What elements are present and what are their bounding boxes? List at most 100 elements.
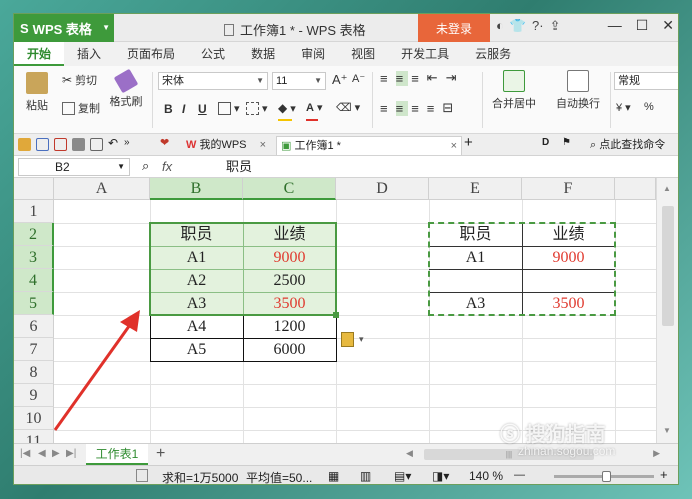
chevron-down-icon[interactable]: ▾: [359, 334, 364, 345]
horizontal-align-buttons[interactable]: ≡ ≡ ≡ ≡ ⊟: [380, 100, 458, 116]
wrap-text-button[interactable]: 自动换行: [548, 70, 608, 111]
d-icon[interactable]: D: [542, 137, 555, 150]
zoom-level[interactable]: 140 %: [469, 469, 503, 483]
bold-button[interactable]: B: [164, 102, 173, 116]
column-header-b[interactable]: B: [150, 178, 243, 200]
zoom-search-icon[interactable]: ⌕: [142, 158, 149, 174]
normal-view-icon[interactable]: ▦: [328, 469, 339, 483]
tab-home[interactable]: 开始: [14, 42, 65, 66]
print-preview-icon[interactable]: [90, 138, 103, 151]
more-icon[interactable]: »: [124, 137, 137, 150]
spreadsheet-grid[interactable]: A B C D E F 1 2 3 4 5 6 7 8 9 10 11 职员 业…: [14, 178, 656, 443]
vertical-scroll-thumb[interactable]: [662, 206, 674, 326]
undo-icon[interactable]: ↶: [108, 136, 121, 150]
fill-handle[interactable]: [333, 312, 339, 318]
copy-button[interactable]: 复制: [62, 100, 100, 116]
column-header-e[interactable]: E: [429, 178, 522, 200]
row-header-6[interactable]: 6: [14, 315, 54, 338]
find-command-search[interactable]: ⌕ 点此查找命令: [586, 136, 669, 155]
indent-decrease-icon[interactable]: ⇤: [427, 70, 443, 86]
cell-b6[interactable]: A4: [150, 315, 243, 338]
paste-options-icon[interactable]: [341, 332, 354, 347]
number-format-select[interactable]: 常规: [614, 72, 678, 90]
align-top-icon[interactable]: ≡: [380, 71, 393, 86]
zoom-slider[interactable]: [554, 471, 654, 482]
column-header-d[interactable]: D: [336, 178, 429, 200]
cell-c7[interactable]: 6000: [243, 338, 336, 361]
next-sheet-icon[interactable]: ▶: [52, 448, 60, 459]
column-header-c[interactable]: C: [243, 178, 336, 200]
column-header-g[interactable]: [615, 178, 656, 200]
fill-color-button[interactable]: ◆ ▾: [278, 101, 296, 115]
paste-button[interactable]: 粘贴: [22, 72, 52, 113]
shirt-icon[interactable]: 👕: [510, 18, 526, 34]
font-color-button[interactable]: A ▾: [306, 101, 322, 115]
merge-cells-button[interactable]: ▾: [246, 102, 268, 115]
row-header-1[interactable]: 1: [14, 200, 54, 223]
scroll-left-icon[interactable]: ◀: [406, 448, 413, 459]
scroll-down-icon[interactable]: ▼: [663, 426, 671, 435]
distribute-icon[interactable]: ⊟: [442, 100, 458, 116]
tab-workbook1[interactable]: ▣ 工作簿1 * ×: [276, 136, 462, 155]
tab-cloud[interactable]: 云服务: [462, 42, 524, 66]
maximize-icon[interactable]: ☐: [636, 17, 649, 34]
indent-increase-icon[interactable]: ⇥: [446, 70, 462, 86]
format-painter-button[interactable]: 格式刷: [108, 68, 144, 109]
font-grow-button[interactable]: A⁺: [332, 72, 348, 88]
align-center-icon[interactable]: ≡: [395, 100, 409, 116]
tab-review[interactable]: 审阅: [288, 42, 338, 66]
sheet-tab-1[interactable]: 工作表1: [86, 444, 148, 465]
close-icon[interactable]: ✕: [662, 17, 674, 34]
first-sheet-icon[interactable]: |◀: [20, 448, 30, 459]
name-box[interactable]: B2 ▼: [18, 158, 130, 176]
app-menu-button[interactable]: S WPS 表格 ▼: [14, 14, 114, 42]
scroll-up-icon[interactable]: ▲: [663, 184, 671, 193]
page-break-view-icon[interactable]: ▥: [360, 469, 371, 483]
prev-sheet-icon[interactable]: ◀: [38, 448, 46, 459]
cut-button[interactable]: ✂ 剪切: [62, 72, 97, 88]
row-header-7[interactable]: 7: [14, 338, 54, 361]
reading-mode-icon[interactable]: ◨▾: [432, 469, 449, 483]
border-button[interactable]: ▾: [218, 102, 240, 115]
tab-developer[interactable]: 开发工具: [388, 42, 462, 66]
close-tab-icon[interactable]: ×: [260, 139, 266, 151]
align-bottom-icon[interactable]: ≡: [411, 71, 424, 86]
select-all-corner[interactable]: [14, 178, 54, 200]
tab-view[interactable]: 视图: [338, 42, 388, 66]
row-header-2[interactable]: 2: [14, 223, 54, 246]
percent-button[interactable]: %: [644, 101, 654, 113]
minimize-icon[interactable]: —: [608, 17, 622, 34]
font-size-select[interactable]: 11 ▼: [272, 72, 326, 90]
zoom-out-icon[interactable]: —: [514, 469, 525, 481]
font-shrink-button[interactable]: A⁻: [352, 72, 365, 85]
open-folder-icon[interactable]: [18, 138, 31, 151]
cell-c6[interactable]: 1200: [243, 315, 336, 338]
row-header-3[interactable]: 3: [14, 246, 54, 269]
vertical-align-buttons[interactable]: ≡ ≡ ≡ ⇤ ⇥: [380, 70, 462, 86]
row-header-4[interactable]: 4: [14, 269, 54, 292]
tab-formulas[interactable]: 公式: [188, 42, 238, 66]
row-header-9[interactable]: 9: [14, 384, 54, 407]
merge-center-button[interactable]: 合并居中: [484, 70, 544, 111]
tab-page-layout[interactable]: 页面布局: [114, 42, 188, 66]
help-icon[interactable]: ?·: [532, 18, 544, 34]
align-right-icon[interactable]: ≡: [411, 101, 424, 116]
italic-button[interactable]: I: [182, 102, 185, 116]
last-sheet-icon[interactable]: ▶|: [66, 448, 76, 459]
page-layout-view-icon[interactable]: ▤▾: [394, 469, 411, 483]
formula-input[interactable]: 职员: [226, 158, 252, 176]
row-header-11[interactable]: 11: [14, 430, 54, 443]
tab-insert[interactable]: 插入: [64, 42, 114, 66]
row-header-5[interactable]: 5: [14, 292, 54, 315]
font-name-select[interactable]: 宋体 ▼: [158, 72, 268, 90]
row-header-8[interactable]: 8: [14, 361, 54, 384]
zoom-in-icon[interactable]: +: [660, 467, 668, 482]
column-header-f[interactable]: F: [522, 178, 615, 200]
clear-format-button[interactable]: ⌫ ▾: [336, 101, 360, 114]
save-icon[interactable]: [36, 138, 49, 151]
upload-icon[interactable]: ⇪: [550, 18, 561, 34]
export-pdf-icon[interactable]: [54, 138, 67, 151]
row-header-10[interactable]: 10: [14, 407, 54, 430]
close-tab-icon[interactable]: ×: [451, 137, 457, 156]
zoom-slider-knob[interactable]: [602, 471, 611, 482]
